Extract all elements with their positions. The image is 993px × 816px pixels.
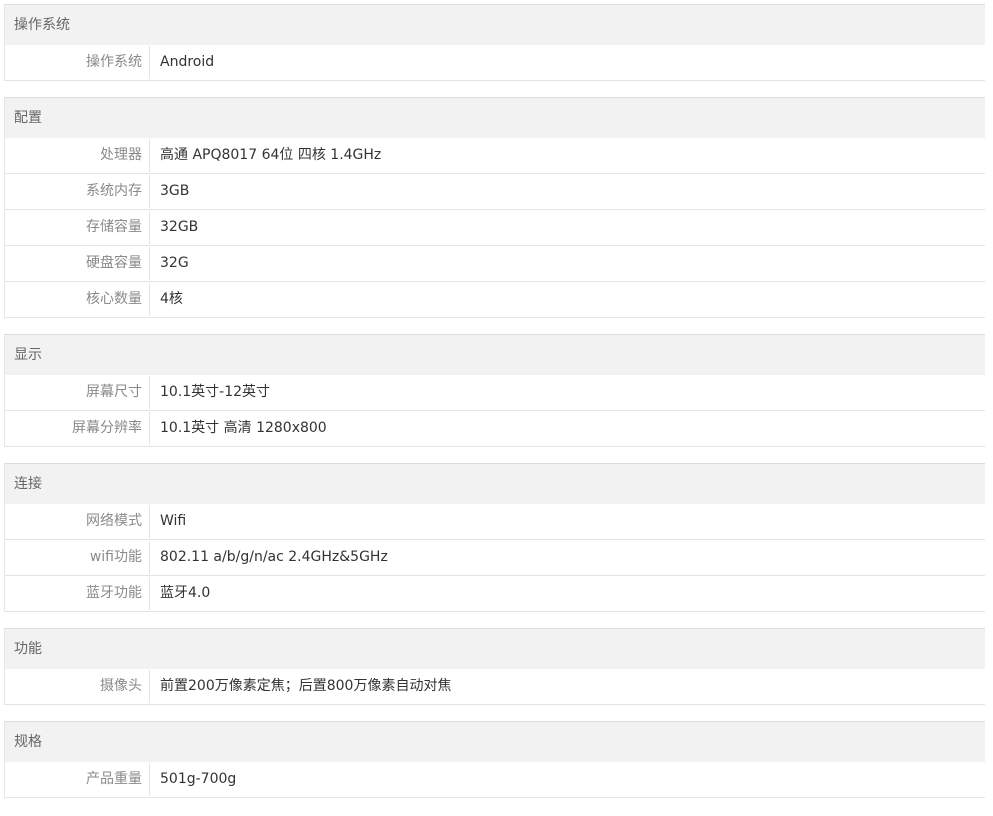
spec-label: 硬盘容量: [5, 247, 150, 280]
spec-label: 处理器: [5, 139, 150, 172]
spec-value: 802.11 a/b/g/n/ac 2.4GHz&5GHz: [160, 549, 388, 565]
spec-label: 核心数量: [5, 283, 150, 316]
group-title: 显示: [5, 335, 985, 375]
spec-row-camera: 摄像头 前置200万像素定焦；后置800万像素自动对焦: [5, 669, 985, 705]
spec-label: 存储容量: [5, 211, 150, 244]
spec-label: 操作系统: [5, 46, 150, 79]
spec-value: 前置200万像素定焦；后置800万像素自动对焦: [160, 678, 452, 694]
spec-row-os: 操作系统 Android: [5, 45, 985, 81]
spec-value: 10.1英寸 高清 1280x800: [160, 420, 327, 436]
spec-label: 网络模式: [5, 505, 150, 538]
spec-row-screen-size: 屏幕尺寸 10.1英寸-12英寸: [5, 375, 985, 411]
spec-row-disk: 硬盘容量 32G: [5, 246, 985, 282]
group-title: 操作系统: [5, 5, 985, 45]
group-os: 操作系统 操作系统 Android: [4, 4, 985, 81]
spec-value: Android: [160, 54, 215, 70]
spec-value: 4核: [160, 291, 183, 307]
group-title: 功能: [5, 629, 985, 669]
spec-label: 系统内存: [5, 175, 150, 208]
spec-value: 10.1英寸-12英寸: [160, 384, 271, 400]
group-connectivity: 连接 网络模式 Wifi wifi功能 802.11 a/b/g/n/ac 2.…: [4, 463, 985, 612]
group-title: 连接: [5, 464, 985, 504]
group-title: 配置: [5, 98, 985, 138]
spec-row-ram: 系统内存 3GB: [5, 174, 985, 210]
spec-label: 产品重量: [5, 763, 150, 796]
spec-row-resolution: 屏幕分辨率 10.1英寸 高清 1280x800: [5, 411, 985, 447]
spec-label: 蓝牙功能: [5, 577, 150, 610]
group-specs: 规格 产品重量 501g-700g: [4, 721, 985, 798]
group-features: 功能 摄像头 前置200万像素定焦；后置800万像素自动对焦: [4, 628, 985, 705]
spec-row-cores: 核心数量 4核: [5, 282, 985, 318]
spec-label: 摄像头: [5, 670, 150, 703]
spec-row-cpu: 处理器 高通 APQ8017 64位 四核 1.4GHz: [5, 138, 985, 174]
group-title: 规格: [5, 722, 985, 762]
spec-value: 501g-700g: [160, 771, 237, 787]
spec-value: 3GB: [160, 183, 190, 199]
spec-row-weight: 产品重量 501g-700g: [5, 762, 985, 798]
spec-label: 屏幕分辨率: [5, 412, 150, 445]
spec-value: 高通 APQ8017 64位 四核 1.4GHz: [160, 147, 382, 163]
spec-value: 32G: [160, 255, 189, 271]
spec-label: wifi功能: [5, 541, 150, 574]
spec-row-bluetooth: 蓝牙功能 蓝牙4.0: [5, 576, 985, 612]
group-config: 配置 处理器 高通 APQ8017 64位 四核 1.4GHz 系统内存 3GB…: [4, 97, 985, 318]
spec-row-storage: 存储容量 32GB: [5, 210, 985, 246]
group-display: 显示 屏幕尺寸 10.1英寸-12英寸 屏幕分辨率 10.1英寸 高清 1280…: [4, 334, 985, 447]
spec-value: 32GB: [160, 219, 199, 235]
spec-value: Wifi: [160, 513, 187, 529]
spec-label: 屏幕尺寸: [5, 376, 150, 409]
spec-table: 操作系统 操作系统 Android 配置 处理器 高通 APQ8017 64位 …: [4, 4, 985, 814]
spec-value: 蓝牙4.0: [160, 585, 211, 601]
spec-row-network: 网络模式 Wifi: [5, 504, 985, 540]
spec-row-wifi: wifi功能 802.11 a/b/g/n/ac 2.4GHz&5GHz: [5, 540, 985, 576]
